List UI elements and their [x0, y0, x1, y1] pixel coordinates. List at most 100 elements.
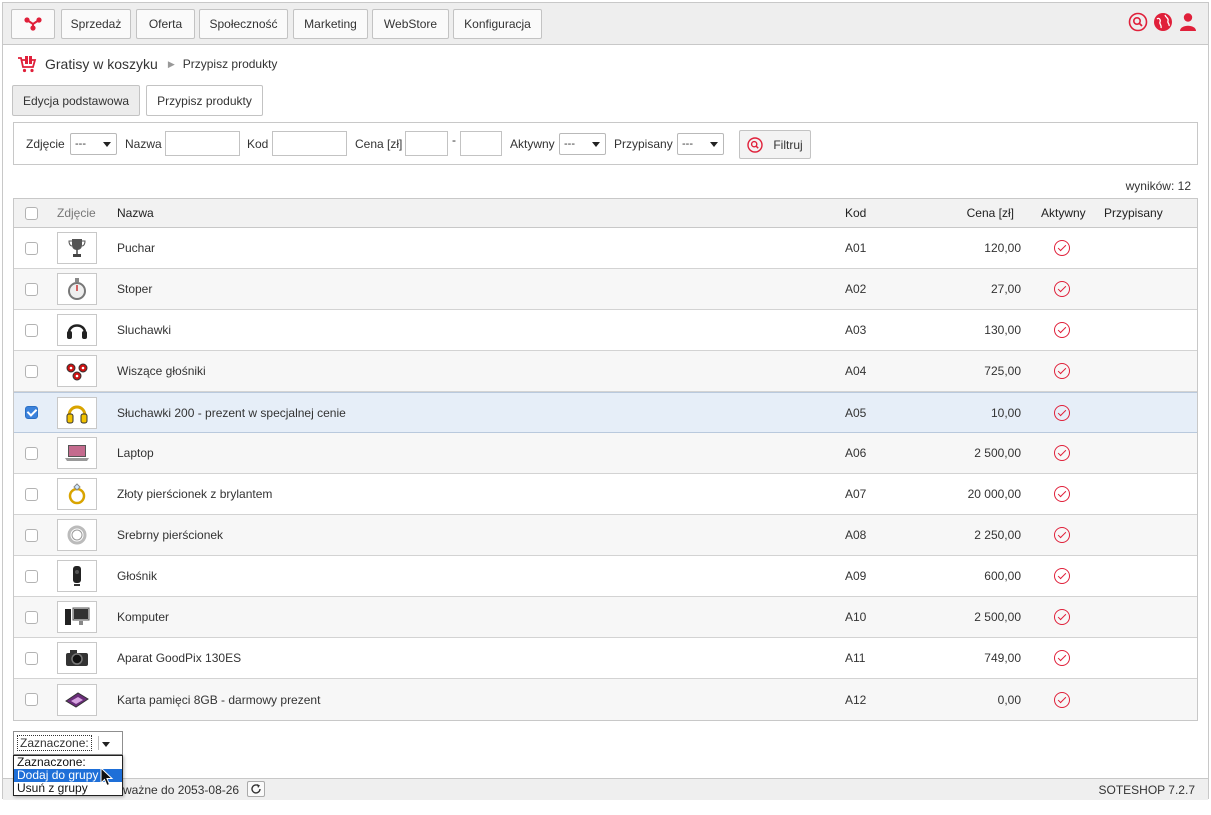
checkbox-icon: [25, 693, 38, 706]
filter-button[interactable]: Filtruj: [739, 130, 811, 159]
product-thumbnail[interactable]: [57, 556, 97, 596]
product-name[interactable]: Sluchawki: [117, 310, 171, 350]
active-status[interactable]: [1054, 228, 1070, 268]
filter-assigned-label: Przypisany: [614, 137, 673, 151]
table-row[interactable]: Sluchawki A03 130,00: [14, 310, 1197, 351]
globe-icon[interactable]: [1153, 12, 1173, 32]
row-checkbox[interactable]: [25, 638, 38, 678]
row-checkbox[interactable]: [25, 474, 38, 514]
filter-price-from-input[interactable]: [405, 131, 448, 156]
active-status[interactable]: [1054, 310, 1070, 350]
nav-marketing[interactable]: Marketing: [293, 9, 368, 39]
product-thumbnail[interactable]: [57, 393, 97, 432]
product-name[interactable]: Srebrny pierścionek: [117, 515, 223, 555]
active-status[interactable]: [1054, 556, 1070, 596]
header-active[interactable]: Aktywny: [1041, 199, 1086, 227]
product-name[interactable]: Karta pamięci 8GB - darmowy prezent: [117, 679, 320, 720]
product-name[interactable]: Złoty pierścionek z brylantem: [117, 474, 272, 514]
table-row[interactable]: Laptop A06 2 500,00: [14, 433, 1197, 474]
row-checkbox[interactable]: [25, 679, 38, 720]
table-row[interactable]: Karta pamięci 8GB - darmowy prezent A12 0,…: [14, 679, 1197, 720]
product-name[interactable]: Komputer: [117, 597, 169, 637]
active-status[interactable]: [1054, 597, 1070, 637]
product-thumbnail[interactable]: [57, 310, 97, 350]
breadcrumb-main[interactable]: Gratisy w koszyku: [45, 56, 158, 72]
filter-name-input[interactable]: [165, 131, 240, 156]
active-status[interactable]: [1054, 679, 1070, 720]
search-icon[interactable]: [1128, 12, 1148, 32]
header-code[interactable]: Kod: [845, 199, 866, 227]
table-row[interactable]: Stoper A02 27,00: [14, 269, 1197, 310]
table-row[interactable]: Aparat GoodPix 130ES A11 749,00: [14, 638, 1197, 679]
active-status[interactable]: [1054, 433, 1070, 473]
row-checkbox[interactable]: [25, 597, 38, 637]
bulk-action-select[interactable]: Zaznaczone:: [13, 731, 123, 755]
header-price[interactable]: Cena [zł]: [944, 199, 1014, 227]
checkbox-icon: [25, 528, 38, 542]
row-checkbox[interactable]: [25, 556, 38, 596]
select-all-checkbox[interactable]: [25, 199, 38, 227]
row-checkbox[interactable]: [25, 515, 38, 555]
row-checkbox[interactable]: [25, 269, 38, 309]
header-assigned[interactable]: Przypisany: [1104, 199, 1163, 227]
check-circle-icon: [1054, 691, 1070, 708]
filter-assigned-select[interactable]: ---: [677, 133, 724, 155]
gift-cart-icon: [18, 56, 37, 73]
filter-active-select[interactable]: ---: [559, 133, 606, 155]
row-checkbox[interactable]: [25, 351, 38, 391]
product-name[interactable]: Głośnik: [117, 556, 157, 596]
filter-button-label: Filtruj: [773, 137, 803, 152]
product-thumbnail[interactable]: [57, 638, 97, 678]
active-status[interactable]: [1054, 351, 1070, 391]
product-name[interactable]: Laptop: [117, 433, 154, 473]
row-checkbox[interactable]: [25, 433, 38, 473]
tab-przypisz-produkty[interactable]: Przypisz produkty: [146, 85, 263, 116]
nav-webstore[interactable]: WebStore: [372, 9, 449, 39]
row-checkbox[interactable]: [25, 228, 38, 268]
table-row[interactable]: Puchar A01 120,00: [14, 228, 1197, 269]
product-code: A02: [845, 282, 867, 296]
product-name[interactable]: Puchar: [117, 228, 155, 268]
row-checkbox[interactable]: [25, 393, 38, 432]
active-status[interactable]: [1054, 515, 1070, 555]
checkbox-icon: [25, 364, 38, 378]
nav-konfiguracja[interactable]: Konfiguracja: [453, 9, 542, 39]
product-name[interactable]: Słuchawki 200 - prezent w specjalnej cen…: [117, 393, 346, 432]
table-row[interactable]: Wiszące głośniki A04 725,00: [14, 351, 1197, 392]
product-thumbnail[interactable]: [57, 515, 97, 555]
product-thumbnail[interactable]: [57, 351, 97, 391]
user-icon[interactable]: [1178, 12, 1198, 32]
product-price: 2 250,00: [974, 528, 1021, 542]
table-row[interactable]: Głośnik A09 600,00: [14, 556, 1197, 597]
active-status[interactable]: [1054, 393, 1070, 432]
product-price: 725,00: [984, 364, 1021, 378]
active-status[interactable]: [1054, 474, 1070, 514]
filter-code-input[interactable]: [272, 131, 347, 156]
home-logo-button[interactable]: [11, 9, 55, 39]
product-thumbnail[interactable]: [57, 597, 97, 637]
refresh-button[interactable]: [247, 781, 265, 797]
table-row[interactable]: Komputer A10 2 500,00: [14, 597, 1197, 638]
row-checkbox[interactable]: [25, 310, 38, 350]
product-thumbnail[interactable]: [57, 228, 97, 268]
product-name[interactable]: Wiszące głośniki: [117, 351, 206, 391]
table-row[interactable]: Słuchawki 200 - prezent w specjalnej cen…: [14, 392, 1197, 433]
active-status[interactable]: [1054, 638, 1070, 678]
active-status[interactable]: [1054, 269, 1070, 309]
product-thumbnail[interactable]: [57, 433, 97, 473]
product-code: A11: [845, 651, 866, 665]
nav-oferta[interactable]: Oferta: [136, 9, 195, 39]
header-name[interactable]: Nazwa: [117, 199, 154, 227]
filter-photo-select[interactable]: ---: [70, 133, 117, 155]
table-row[interactable]: Złoty pierścionek z brylantem A07 20 000,0…: [14, 474, 1197, 515]
nav-sprzedaz[interactable]: Sprzedaż: [61, 9, 131, 39]
product-thumbnail[interactable]: [57, 679, 97, 720]
product-thumbnail[interactable]: [57, 269, 97, 309]
product-name[interactable]: Stoper: [117, 269, 152, 309]
nav-spolecznosc[interactable]: Społeczność: [199, 9, 288, 39]
table-row[interactable]: Srebrny pierścionek A08 2 250,00: [14, 515, 1197, 556]
filter-price-to-input[interactable]: [460, 131, 502, 156]
product-name[interactable]: Aparat GoodPix 130ES: [117, 638, 241, 678]
product-thumbnail[interactable]: [57, 474, 97, 514]
tab-edycja-podstawowa[interactable]: Edycja podstawowa: [12, 85, 140, 116]
